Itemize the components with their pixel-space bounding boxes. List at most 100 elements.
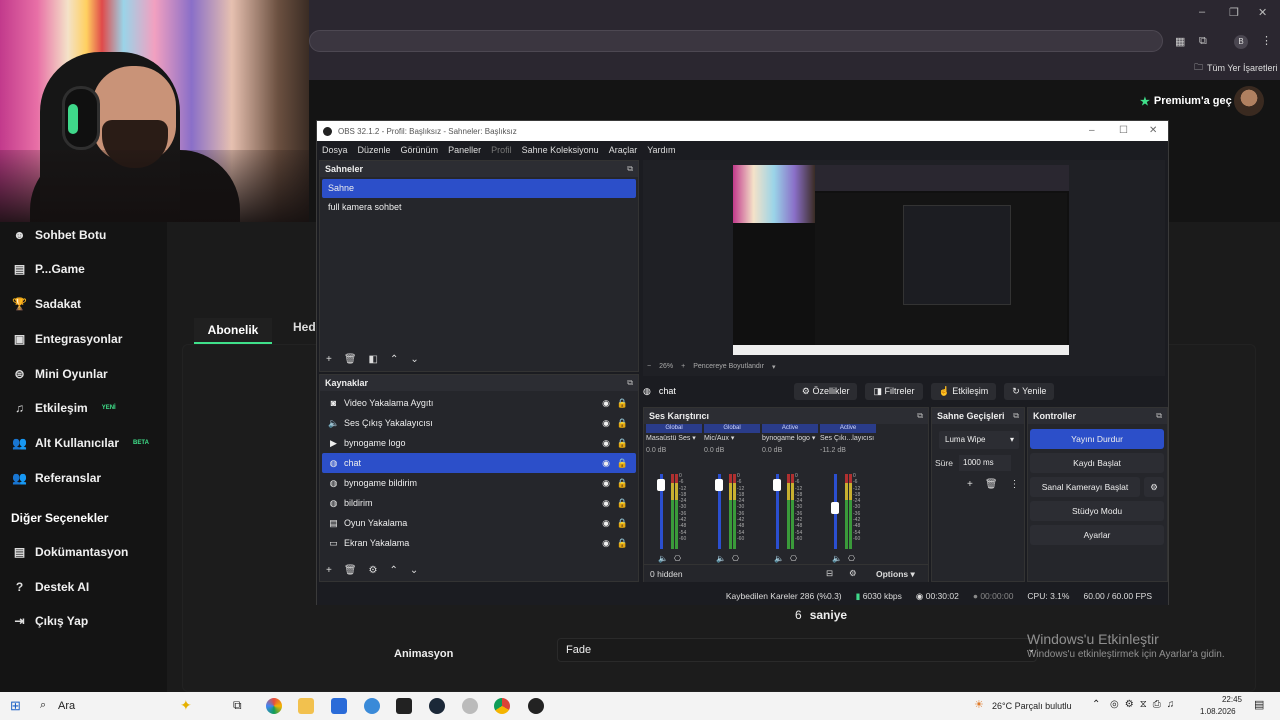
- control-ayarlar[interactable]: Ayarlar: [1030, 525, 1164, 545]
- eye-icon[interactable]: ◉: [602, 533, 610, 553]
- menu-görünüm[interactable]: Görünüm: [401, 145, 439, 155]
- eye-icon[interactable]: ◉: [602, 453, 610, 473]
- channel-name-row[interactable]: Ses Çıkı...layıcısı ▾: [820, 433, 876, 445]
- weather-text[interactable]: 26°C Parçalı bulutlu: [992, 701, 1072, 711]
- refresh-button[interactable]: ↻ Yenile: [1004, 382, 1055, 400]
- sidebar-item-3[interactable]: ▣ Entegrasyonlar: [12, 332, 123, 346]
- gear-icon[interactable]: ⚙: [369, 565, 378, 576]
- sidebar-item-1[interactable]: ▤ P...Game: [12, 262, 85, 276]
- headphone-icon[interactable]: ⎔: [790, 554, 797, 563]
- lock-icon[interactable]: 🔒: [617, 473, 628, 493]
- source-item[interactable]: ◙ Video Yakalama Aygıtı ◉ 🔒: [322, 393, 636, 413]
- other-item-1[interactable]: ? Destek AI: [12, 580, 89, 594]
- zoom-out-icon[interactable]: −: [647, 363, 651, 371]
- channel-name-row[interactable]: Mic/Aux ▾: [704, 433, 760, 445]
- qr-icon[interactable]: ▦: [1175, 35, 1185, 48]
- filter-icon[interactable]: ◧: [369, 354, 378, 365]
- popout-icon[interactable]: ⧉: [1013, 408, 1019, 424]
- steam-icon[interactable]: [429, 698, 445, 714]
- interact-button[interactable]: ☝ Etkileşim: [930, 382, 997, 400]
- other-item-0[interactable]: ▤ Dokümantasyon: [12, 545, 129, 559]
- menu-yardım[interactable]: Yardım: [647, 145, 675, 155]
- scene-item[interactable]: full kamera sohbet: [322, 198, 636, 217]
- lock-icon[interactable]: 🔒: [617, 433, 628, 453]
- duration-spinbox[interactable]: 1000 ms: [959, 455, 1011, 471]
- filters-button[interactable]: ◨ Filtreler: [865, 382, 923, 400]
- clock-date[interactable]: 1.08.2026: [1200, 707, 1236, 716]
- tab-abonelik[interactable]: Abonelik: [194, 318, 272, 344]
- menu-paneller[interactable]: Paneller: [448, 145, 481, 155]
- source-item[interactable]: ▭ Ekran Yakalama ◉ 🔒: [322, 533, 636, 553]
- more-icon[interactable]: ⋮: [1010, 479, 1020, 490]
- speaker-icon[interactable]: 🔈: [832, 554, 842, 563]
- source-item[interactable]: ◍ chat ◉ 🔒: [322, 453, 636, 473]
- volume-slider-knob[interactable]: [715, 479, 723, 492]
- source-item[interactable]: ◍ bynogame bildirim ◉ 🔒: [322, 473, 636, 493]
- other-item-2[interactable]: ⇥ Çıkış Yap: [12, 614, 88, 628]
- volume-slider-knob[interactable]: [773, 479, 781, 492]
- source-item[interactable]: ▶ bynogame logo ◉ 🔒: [322, 433, 636, 453]
- browser-menu-icon[interactable]: ⋮: [1261, 34, 1272, 47]
- obs-maximize-icon[interactable]: ☐: [1119, 125, 1128, 136]
- sidebar-item-4[interactable]: ⊜ Mini Oyunlar: [12, 367, 107, 381]
- properties-button[interactable]: ⚙ Özellikler: [793, 382, 858, 400]
- tray-chevron-icon[interactable]: ⌃: [1092, 699, 1100, 710]
- eye-icon[interactable]: ◉: [602, 433, 610, 453]
- minimize-icon[interactable]: –: [1199, 6, 1205, 18]
- address-bar[interactable]: [309, 30, 1163, 52]
- lock-icon[interactable]: 🔒: [617, 393, 628, 413]
- arrow-down-icon[interactable]: ⌄: [410, 354, 418, 365]
- eye-icon[interactable]: ◉: [602, 413, 610, 433]
- source-item[interactable]: 🔈 Ses Çıkış Yakalayıcısı ◉ 🔒: [322, 413, 636, 433]
- layout-icon[interactable]: ⊟: [826, 568, 833, 579]
- popout-icon[interactable]: ⧉: [627, 161, 633, 177]
- chrome-icon[interactable]: [494, 698, 510, 714]
- sidebar-item-5[interactable]: ♫ Etkileşim YENİ: [12, 401, 116, 415]
- lock-icon[interactable]: 🔒: [617, 493, 628, 513]
- copilot-icon[interactable]: [266, 698, 282, 714]
- add-icon[interactable]: +: [967, 479, 973, 490]
- arrow-up-icon[interactable]: ⌃: [390, 354, 398, 365]
- trash-icon[interactable]: 🗑: [344, 565, 357, 576]
- headphone-icon[interactable]: ⎔: [732, 554, 739, 563]
- eye-icon[interactable]: ◉: [602, 513, 610, 533]
- trash-icon[interactable]: 🗑: [344, 354, 357, 365]
- mixer-settings-icon[interactable]: ⚙: [849, 568, 857, 579]
- sidebar-item-2[interactable]: 🏆 Sadakat: [12, 297, 81, 311]
- sidebar-item-6[interactable]: 👥Alt KullanıcılarBETA⌄: [12, 436, 174, 450]
- maximize-icon[interactable]: ❐: [1229, 6, 1239, 19]
- sidebar-item-7[interactable]: 👥 Referanslar: [12, 471, 101, 485]
- obs-close-icon[interactable]: ✕: [1149, 125, 1157, 136]
- terminal-icon[interactable]: [396, 698, 412, 714]
- eye-icon[interactable]: ◉: [602, 393, 610, 413]
- control-stüdyo-modu[interactable]: Stüdyo Modu: [1030, 501, 1164, 521]
- menu-araçlar[interactable]: Araçlar: [609, 145, 638, 155]
- arrow-up-icon[interactable]: ⌃: [390, 565, 398, 576]
- menu-profil[interactable]: Profil: [491, 145, 512, 155]
- edge-icon[interactable]: [364, 698, 380, 714]
- arrow-down-icon[interactable]: ⌄: [410, 565, 418, 576]
- transition-select[interactable]: Luma Wipe ▾: [939, 431, 1019, 449]
- lock-icon[interactable]: 🔒: [617, 453, 628, 473]
- channel-name-row[interactable]: Masaüstü Ses ▾: [646, 433, 702, 445]
- user-avatar[interactable]: [1234, 86, 1264, 116]
- extensions-icon[interactable]: ⧉: [1199, 35, 1207, 48]
- channel-name-row[interactable]: bynogame logo ▾: [762, 433, 818, 445]
- add-icon[interactable]: +: [326, 565, 332, 576]
- speaker-icon[interactable]: 🔈: [658, 554, 668, 563]
- volume-slider-knob[interactable]: [657, 479, 665, 492]
- menu-dosya[interactable]: Dosya: [322, 145, 348, 155]
- task-view-icon[interactable]: ⧉: [233, 698, 242, 713]
- all-bookmarks[interactable]: 🗀 Tüm Yer İşaretleri: [1194, 60, 1278, 76]
- chevron-down-icon[interactable]: ▾: [772, 363, 776, 371]
- animation-select[interactable]: Fade: [557, 638, 1037, 662]
- volume-slider-knob[interactable]: [831, 501, 839, 514]
- fit-window-button[interactable]: Pencereye Boyutlandır: [693, 363, 764, 371]
- menu-sahne-koleksiyonu[interactable]: Sahne Koleksiyonu: [522, 145, 599, 155]
- premium-link[interactable]: ★ Premium'a geç: [1140, 95, 1232, 108]
- control-yayını-durdur[interactable]: Yayını Durdur: [1030, 429, 1164, 449]
- preview-canvas[interactable]: [733, 165, 1069, 355]
- source-item[interactable]: ▤ Oyun Yakalama ◉ 🔒: [322, 513, 636, 533]
- windows-start-icon[interactable]: ⊞: [10, 698, 21, 714]
- settings-app-icon[interactable]: [462, 698, 478, 714]
